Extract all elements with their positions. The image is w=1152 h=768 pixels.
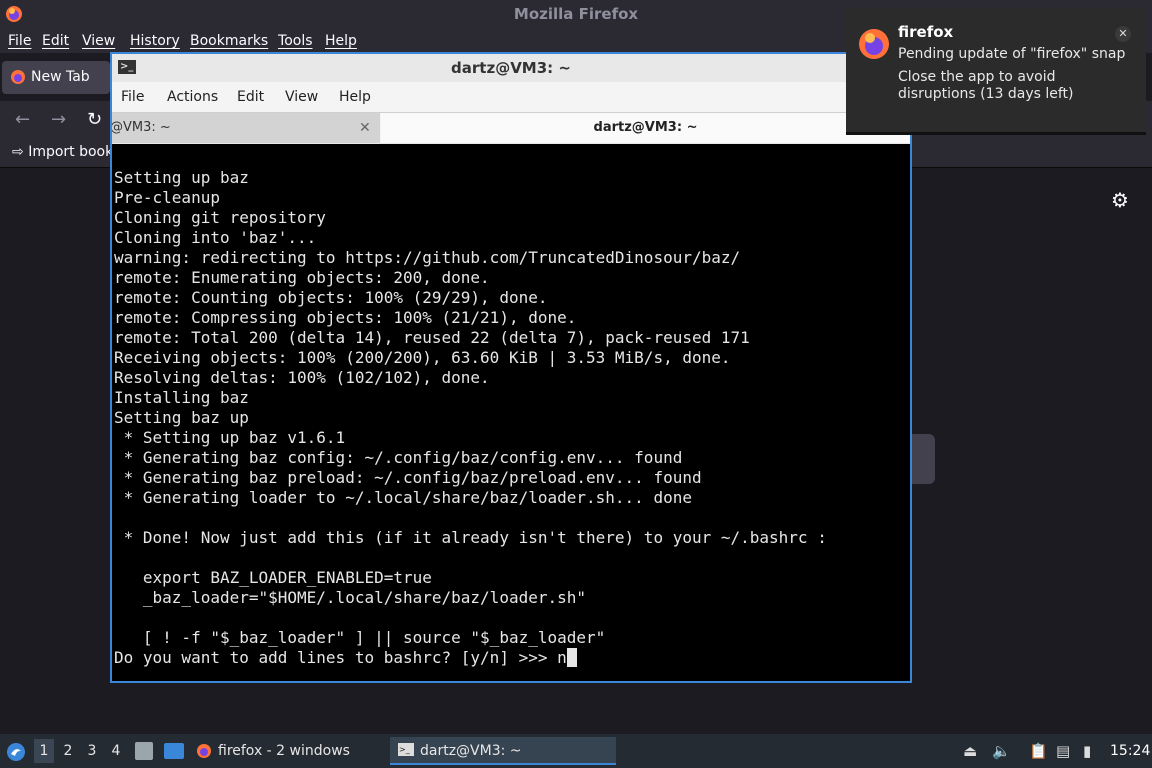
tab-label: New Tab [31,69,90,85]
prompt-text: Do you want to add lines to bashrc? [y/n… [114,648,567,667]
workspace-1[interactable]: 1 [34,739,54,763]
clipboard-icon[interactable]: 📋 [1029,743,1048,759]
terminal-line: Setting baz up [114,408,249,427]
notification-title: Pending update of "firefox" snap [898,46,1126,62]
term-menu-actions[interactable]: Actions [167,82,218,112]
back-arrow-icon[interactable]: ← [15,109,30,130]
terminal-icon: >_ [118,60,136,74]
terminal-line: Setting up baz [114,168,249,187]
file-manager-icon[interactable] [135,742,153,760]
term-menu-help[interactable]: Help [339,82,371,112]
ff-menu-bookmarks[interactable]: Bookmarks [190,29,268,53]
ff-menu-edit[interactable]: Edit [42,29,69,53]
terminal-line: Resolving deltas: 100% (102/102), done. [114,368,490,387]
forward-arrow-icon[interactable]: → [51,109,66,130]
terminal-tabbar: @VM3: ~ ✕ dartz@VM3: ~ [112,112,910,143]
terminal-line: remote: Total 200 (delta 14), reused 22 … [114,328,750,347]
firefox-icon [6,6,22,22]
reload-icon[interactable]: ↻ [87,109,102,130]
firefox-icon [197,744,211,758]
workspace-2[interactable]: 2 [58,739,78,763]
notification-body: Pending update of "firefox" snap Close t… [898,46,1128,109]
terminal-text: Setting up baz Pre-cleanup Cloning git rep… [114,168,827,668]
terminal-line: remote: Compressing objects: 100% (21/21… [114,308,577,327]
ff-menu-history[interactable]: History [130,29,180,53]
terminal-line: Cloning git repository [114,208,326,227]
terminal-line: Installing baz [114,388,249,407]
firefox-tab-icon [11,70,25,84]
term-menu-view[interactable]: View [285,82,318,112]
ff-menu-file[interactable]: File [8,29,31,53]
terminal-line: * Generating loader to ~/.local/share/ba… [114,488,692,507]
firefox-icon [859,29,889,59]
terminal-line: [ ! -f "$_baz_loader" ] || source "$_baz… [114,628,606,647]
new-tab-search-box-edge[interactable] [912,434,935,484]
taskbar-terminal-task[interactable]: >_ dartz@VM3: ~ [390,737,616,765]
show-desktop-icon[interactable] [164,743,184,759]
terminal-menubar: File Actions Edit View Help [112,82,910,112]
terminal-line: export BAZ_LOADER_ENABLED=true [114,568,432,587]
taskbar-firefox-task[interactable]: firefox - 2 windows [193,737,371,765]
terminal-tab-inactive[interactable]: @VM3: ~ ✕ [112,113,380,143]
term-menu-edit[interactable]: Edit [237,82,264,112]
terminal-titlebar: >_ dartz@VM3: ~ [112,54,910,82]
terminal-line: warning: redirecting to https://github.c… [114,248,741,267]
ff-menu-view[interactable]: View [82,29,115,53]
terminal-window-title: dartz@VM3: ~ [451,59,571,77]
terminal-line: * Generating baz preload: ~/.config/baz/… [114,468,702,487]
terminal-window: >_ dartz@VM3: ~ File Actions Edit View H… [110,52,912,683]
terminal-line: Pre-cleanup [114,188,220,207]
terminal-line: Cloning into 'baz'... [114,228,317,247]
display-icon[interactable]: ▤ [1056,743,1070,759]
terminal-line: Receiving objects: 100% (200/200), 63.60… [114,348,731,367]
ff-menu-help[interactable]: Help [325,29,357,53]
start-menu-icon[interactable] [6,742,26,762]
notification-popup[interactable]: firefox ✕ Pending update of "firefox" sn… [846,8,1146,135]
terminal-icon: >_ [398,743,414,756]
terminal-line: * Generating baz config: ~/.config/baz/c… [114,448,683,467]
terminal-tab-label: @VM3: ~ [112,120,171,135]
taskbar-task-label: dartz@VM3: ~ [420,743,522,759]
terminal-line: * Setting up baz v1.6.1 [114,428,346,447]
close-icon[interactable]: ✕ [1115,26,1131,42]
workspace-3[interactable]: 3 [82,739,102,763]
ff-menu-tools[interactable]: Tools [278,29,313,53]
close-tab-icon[interactable]: ✕ [359,113,371,143]
terminal-line: * Done! Now just add this (if it already… [114,528,827,547]
network-icon[interactable]: ▮ [1083,743,1091,759]
text-cursor [566,648,577,667]
notification-app-name: firefox [898,23,954,41]
terminal-tab-label: dartz@VM3: ~ [593,120,698,135]
import-bookmarks-label: Import book [28,144,114,160]
import-bookmarks-button[interactable]: ⇨ Import book [12,144,113,160]
terminal-output[interactable]: Setting up baz Pre-cleanup Cloning git rep… [112,144,910,681]
workspace-4[interactable]: 4 [106,739,126,763]
terminal-line: remote: Counting objects: 100% (29/29), … [114,288,548,307]
firefox-window-title: Mozilla Firefox [513,5,639,23]
gear-icon[interactable]: ⚙ [1111,190,1131,210]
volume-icon[interactable]: 🔈 [992,743,1011,759]
term-menu-file[interactable]: File [121,82,144,112]
taskbar: 1 2 3 4 firefox - 2 windows >_ dartz@VM3… [0,734,1152,768]
terminal-tab-active[interactable]: dartz@VM3: ~ [381,113,910,143]
removable-media-icon[interactable]: ⏏ [963,743,977,759]
clock[interactable]: 15:24 [1110,734,1150,768]
terminal-prompt-line: Do you want to add lines to bashrc? [y/n… [114,648,827,668]
firefox-tab-new-tab[interactable]: New Tab [2,61,110,94]
taskbar-task-label: firefox - 2 windows [218,743,350,759]
terminal-line: _baz_loader="$HOME/.local/share/baz/load… [114,588,587,607]
notification-message: Close the app to avoid disruptions (13 d… [898,69,1074,102]
terminal-line: remote: Enumerating objects: 200, done. [114,268,490,287]
